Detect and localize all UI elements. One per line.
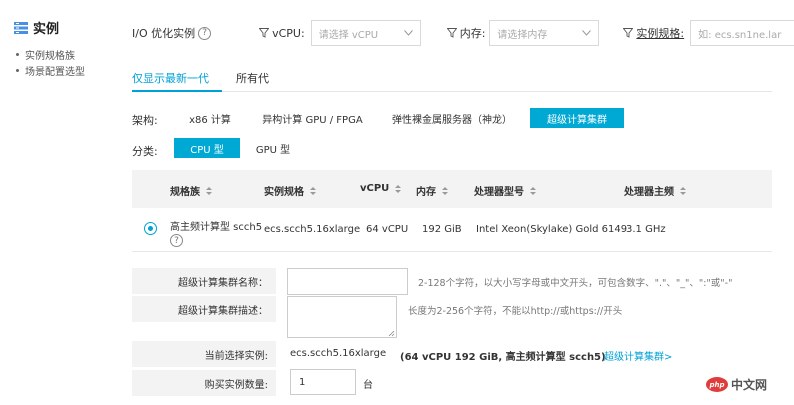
active-tab-indicator — [132, 90, 222, 92]
chevron-down-icon — [403, 30, 413, 36]
arch-option-x86[interactable]: x86 计算 — [180, 108, 240, 128]
sidebar: 实例 实例规格族 场景配置选型 — [0, 0, 118, 405]
quantity-unit: 台 — [363, 380, 373, 391]
sidebar-item-instance-family[interactable]: 实例规格族 — [16, 47, 75, 62]
spec-filter-label: 实例规格: — [623, 25, 684, 41]
current-instance-label: 当前选择实例: — [132, 341, 276, 367]
column-header-processor[interactable]: 处理器型号 — [474, 183, 536, 198]
filter-funnel-icon — [446, 28, 457, 38]
sort-icon — [206, 186, 212, 195]
arch-option-gpu-fpga[interactable]: 异构计算 GPU / FPGA — [255, 108, 370, 128]
cluster-name-hint: 2-128个字符，以大小写字母或中文开头，可包含数字、"."、"_"、":"或"… — [418, 278, 733, 289]
arch-option-bare-metal[interactable]: 弹性裸金属服务器（神龙） — [388, 108, 516, 128]
watermark-text: 中文网 — [731, 378, 768, 392]
sort-icon — [442, 186, 448, 195]
vcpu-filter-label: vCPU: — [259, 27, 305, 40]
table-row[interactable]: 高主频计算型 scch5 ? ecs.scch5.16xlarge 64 vCP… — [132, 208, 772, 252]
cell-memory: 192 GiB — [422, 224, 462, 235]
category-option-gpu[interactable]: GPU 型 — [248, 138, 298, 158]
current-instance-spec: ecs.scch5.16xlarge — [290, 348, 387, 359]
cluster-name-input[interactable] — [287, 268, 408, 295]
architecture-label: 架构: — [132, 114, 158, 127]
category-option-cpu[interactable]: CPU 型 — [174, 138, 240, 158]
column-header-spec[interactable]: 实例规格 — [264, 183, 316, 198]
row-radio-selected[interactable] — [144, 222, 157, 235]
sort-icon — [310, 186, 316, 195]
sidebar-title-label: 实例 — [33, 22, 60, 37]
column-header-memory[interactable]: 内存 — [416, 183, 448, 198]
cell-processor: Intel Xeon(Skylake) Gold 6149 — [476, 224, 628, 235]
cluster-name-label: 超级计算集群名称： — [132, 268, 276, 294]
instance-list-icon — [14, 21, 28, 34]
vcpu-placeholder: 请选择 vCPU — [318, 29, 379, 41]
generation-tabs: 仅显示最新一代 所有代 — [132, 62, 772, 92]
cluster-desc-textarea[interactable] — [287, 296, 397, 338]
memory-placeholder: 请选择内存 — [497, 29, 548, 41]
cell-family: 高主频计算型 scch5 — [170, 222, 263, 233]
sort-icon — [680, 186, 686, 195]
io-optimized-label: I/O 优化实例 ? — [132, 25, 212, 41]
vcpu-select[interactable]: 请选择 vCPU — [310, 20, 421, 46]
chevron-down-icon — [582, 30, 592, 36]
quantity-input[interactable]: 1 — [290, 369, 356, 395]
spec-input[interactable]: 如: ecs.sn1ne.lar — [690, 20, 794, 46]
memory-select[interactable]: 请选择内存 — [489, 20, 600, 46]
bullet-icon — [16, 69, 19, 72]
arch-option-super-computing-cluster[interactable]: 超级计算集群 — [530, 108, 624, 128]
php-logo-icon: php — [706, 377, 728, 392]
tab-all-generations[interactable]: 所有代 — [236, 70, 269, 86]
category-label: 分类: — [132, 145, 158, 158]
spec-placeholder: 如: ecs.sn1ne.lar — [698, 29, 782, 41]
tab-latest-generation[interactable]: 仅显示最新一代 — [132, 70, 209, 86]
super-cluster-link[interactable]: 超级计算集群> — [604, 348, 672, 363]
cell-frequency: 3.1 GHz — [626, 224, 666, 235]
bullet-icon — [16, 53, 19, 56]
filter-row: I/O 优化实例 ? vCPU: 请选择 vCPU 内存: 请选择内存 实例规格… — [132, 20, 794, 46]
sidebar-item-label: 场景配置选型 — [25, 67, 85, 78]
resize-handle-icon[interactable] — [388, 330, 395, 337]
memory-filter-label: 内存: — [446, 25, 485, 41]
cluster-desc-label: 超级计算集群描述： — [132, 296, 276, 322]
filter-funnel-icon — [623, 28, 634, 38]
help-icon[interactable]: ? — [198, 26, 212, 40]
cluster-desc-hint: 长度为2-256个字符，不能以http://或https://开头 — [408, 306, 623, 317]
sidebar-item-scenario-config[interactable]: 场景配置选型 — [16, 63, 85, 78]
column-header-family[interactable]: 规格族 — [170, 183, 212, 198]
current-instance-detail: (64 vCPU 192 GiB, 高主频计算型 scch5) — [400, 352, 606, 363]
sidebar-title[interactable]: 实例 — [14, 18, 59, 37]
cell-vcpu: 64 vCPU — [366, 224, 409, 235]
column-header-vcpu[interactable]: vCPU — [360, 183, 402, 194]
cell-spec: ecs.scch5.16xlarge — [264, 224, 361, 235]
column-header-frequency[interactable]: 处理器主频 — [624, 183, 686, 198]
quantity-label: 购买实例数量: — [132, 370, 276, 396]
help-icon[interactable]: ? — [170, 234, 183, 247]
filter-funnel-icon — [259, 28, 270, 38]
sidebar-item-label: 实例规格族 — [25, 51, 75, 62]
sort-icon — [530, 186, 536, 195]
sort-icon — [395, 184, 402, 193]
php-cn-watermark: php 中文网 — [706, 376, 767, 393]
instance-table-header: 规格族 实例规格 vCPU 内存 处理器型号 处理器主频 — [132, 170, 772, 208]
